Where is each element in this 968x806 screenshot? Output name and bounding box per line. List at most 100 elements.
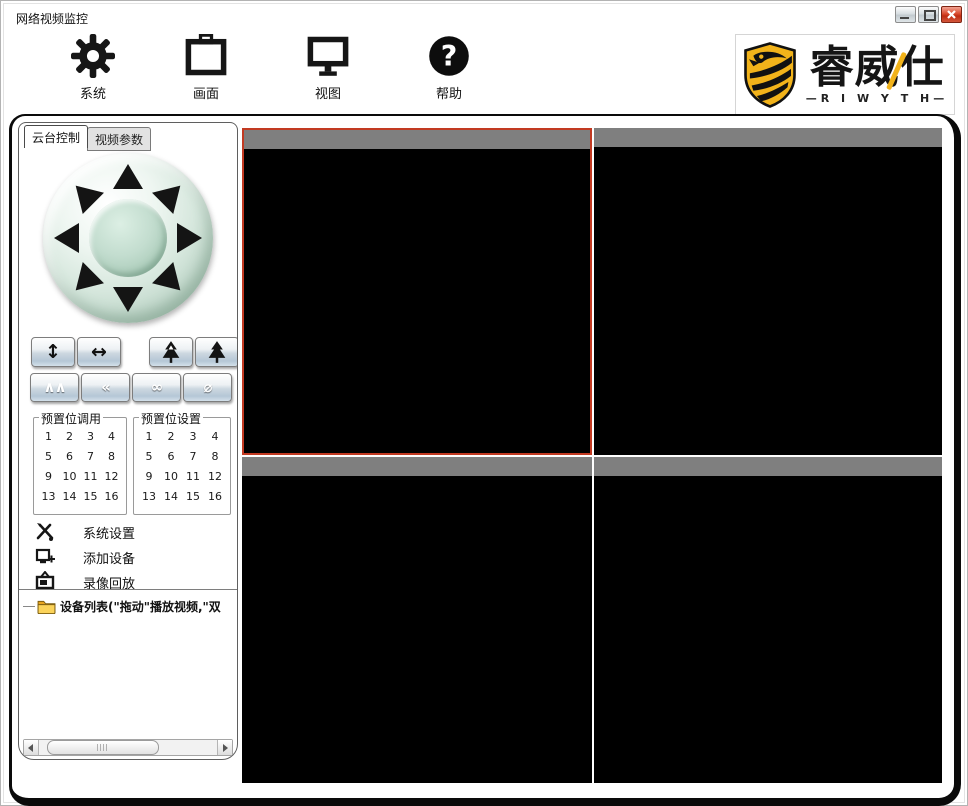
preset-set-number[interactable]: 12: [204, 470, 226, 483]
scroll-left-button[interactable]: [24, 740, 39, 755]
focus-near-icon: «: [101, 378, 111, 396]
preset-set-grid: 1 2 3 4 5 6 7 8 9 10 11 12 13 14 15 16: [134, 418, 230, 509]
preset-call-number[interactable]: 9: [38, 470, 59, 483]
device-tree-hscrollbar: [23, 739, 233, 756]
preset-set-title: 预置位设置: [139, 410, 204, 427]
toolbar-label-screen: 画面: [192, 87, 219, 102]
video-cell-2[interactable]: [594, 128, 942, 455]
menu-item-system-settings[interactable]: 系统设置: [19, 519, 237, 544]
video-cell-2-titlebar: [594, 128, 942, 147]
menu-item-add-device[interactable]: 添加设备: [19, 544, 237, 569]
toolbar-label-system: 系统: [79, 87, 106, 102]
preset-call-number[interactable]: 13: [38, 490, 59, 503]
ptz-direction-pad: [43, 153, 213, 323]
preset-call-number[interactable]: 8: [101, 450, 122, 463]
preset-call-number[interactable]: 15: [80, 490, 101, 503]
preset-set-number[interactable]: 8: [204, 450, 226, 463]
preset-call-number[interactable]: 10: [59, 470, 80, 483]
app-window: 网络视频监控 系统 画面 视图 ? 帮助 睿威仕 —R I W Y T H— 云…: [0, 0, 968, 806]
minimize-button[interactable]: [895, 6, 916, 23]
preset-call-number[interactable]: 7: [80, 450, 101, 463]
preset-set-number[interactable]: 9: [138, 470, 160, 483]
picture-frame-icon: [185, 34, 227, 76]
preset-set-number[interactable]: 13: [138, 490, 160, 503]
window-title: 网络视频监控: [16, 12, 89, 26]
toolbar-button-system[interactable]: 系统: [55, 34, 131, 102]
vertical-scan-button[interactable]: ↕: [31, 337, 75, 367]
focus-far-button[interactable]: ∞: [132, 373, 181, 402]
preset-set-number[interactable]: 2: [160, 430, 182, 443]
up-left-arrow-icon: [65, 175, 104, 214]
zoom-in-button[interactable]: [149, 337, 193, 367]
playback-icon: [35, 571, 55, 590]
scroll-right-icon: [223, 744, 228, 752]
device-tree-root[interactable]: 设备列表("拖动"播放视频,"双: [23, 598, 235, 615]
close-button[interactable]: [941, 6, 962, 23]
preset-set-number[interactable]: 14: [160, 490, 182, 503]
video-cell-3-titlebar: [242, 457, 592, 476]
iris-icon: ∧∧: [43, 378, 66, 396]
tab-ptz-control[interactable]: 云台控制: [24, 125, 89, 148]
device-tree-root-label: 设备列表("拖动"播放视频,"双: [60, 600, 221, 614]
scroll-track[interactable]: [39, 740, 217, 755]
preset-call-number[interactable]: 3: [80, 430, 101, 443]
preset-call-number[interactable]: 1: [38, 430, 59, 443]
brand-logo: 睿威仕 —R I W Y T H—: [735, 34, 955, 115]
window-controls: [895, 6, 962, 23]
preset-call-number[interactable]: 5: [38, 450, 59, 463]
ptz-center-knob[interactable]: [89, 199, 167, 277]
folder-icon: [37, 600, 56, 614]
menu-label-system-settings: 系统设置: [83, 527, 136, 542]
preset-call-grid: 1 2 3 4 5 6 7 8 9 10 11 12 13 14 15 16: [34, 418, 126, 509]
preset-set-number[interactable]: 1: [138, 430, 160, 443]
preset-call-number[interactable]: 12: [101, 470, 122, 483]
diameter-icon: ⌀: [203, 378, 212, 396]
preset-set-number[interactable]: 7: [182, 450, 204, 463]
scroll-right-button[interactable]: [217, 740, 232, 755]
focus-near-button[interactable]: «: [81, 373, 130, 402]
preset-call-number[interactable]: 16: [101, 490, 122, 503]
video-cell-3[interactable]: [242, 457, 592, 783]
brand-text-block: 睿威仕 —R I W Y T H—: [805, 41, 949, 105]
iris-open-button[interactable]: ∧∧: [30, 373, 79, 402]
brand-name: 睿威仕: [809, 41, 945, 93]
preset-set-number[interactable]: 15: [182, 490, 204, 503]
scroll-thumb[interactable]: [47, 740, 160, 755]
preset-call-number[interactable]: 6: [59, 450, 80, 463]
scroll-left-icon: [28, 744, 33, 752]
preset-set-number[interactable]: 5: [138, 450, 160, 463]
brand-latin: —R I W Y T H—: [805, 91, 949, 105]
zoom-out-button[interactable]: [195, 337, 237, 367]
preset-call-number[interactable]: 11: [80, 470, 101, 483]
window-titlebar[interactable]: 网络视频监控: [1, 1, 967, 31]
preset-set-number[interactable]: 6: [160, 450, 182, 463]
ptz-panel: 云台控制 视频参数 ↕ ↔ ∧∧ « ∞ ⌀ 预置位调用 1 2 3 4 5 6…: [18, 122, 238, 760]
toolbar-button-view[interactable]: 视图: [290, 34, 366, 102]
preset-call-number[interactable]: 2: [59, 430, 80, 443]
preset-set-number[interactable]: 11: [182, 470, 204, 483]
toolbar-label-view: 视图: [314, 87, 341, 102]
toolbar-button-help[interactable]: ? 帮助: [411, 34, 487, 102]
maximize-icon: [924, 10, 936, 21]
toolbar-label-help: 帮助: [435, 87, 462, 102]
tree-branch-line: [23, 606, 35, 607]
preset-call-number[interactable]: 4: [101, 430, 122, 443]
pine-tree-arrow-icon: [162, 341, 180, 363]
horizontal-scan-button[interactable]: ↔: [77, 337, 121, 367]
preset-call-number[interactable]: 14: [59, 490, 80, 503]
maximize-button[interactable]: [918, 6, 939, 23]
aperture-button[interactable]: ⌀: [183, 373, 232, 402]
vertical-arrows-icon: ↕: [45, 340, 61, 363]
preset-set-number[interactable]: 3: [182, 430, 204, 443]
pine-tree-icon: [208, 341, 226, 363]
preset-call-group: 预置位调用 1 2 3 4 5 6 7 8 9 10 11 12 13 14 15 16: [33, 410, 127, 515]
preset-set-number[interactable]: 16: [204, 490, 226, 503]
add-device-icon: [35, 548, 55, 564]
video-cell-1[interactable]: [242, 128, 592, 455]
video-grid: [242, 128, 942, 783]
monitor-icon: [307, 36, 349, 76]
video-cell-4[interactable]: [594, 457, 942, 783]
preset-set-number[interactable]: 4: [204, 430, 226, 443]
preset-set-number[interactable]: 10: [160, 470, 182, 483]
toolbar-button-screen[interactable]: 画面: [168, 34, 244, 102]
